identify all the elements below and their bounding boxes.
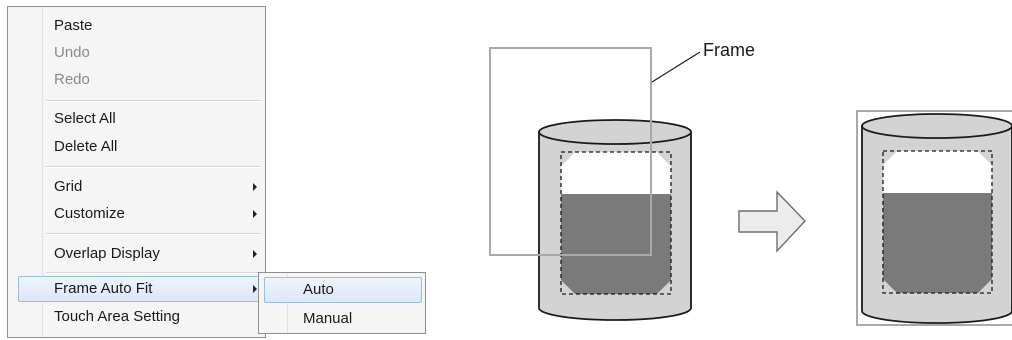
tank-after xyxy=(861,113,1012,324)
frame-callout-line xyxy=(651,51,701,83)
frame-callout-label: Frame xyxy=(703,40,756,60)
right-arrow-icon xyxy=(738,190,806,253)
frame-auto-fit-diagram xyxy=(489,47,1012,326)
tank-before xyxy=(538,119,692,321)
